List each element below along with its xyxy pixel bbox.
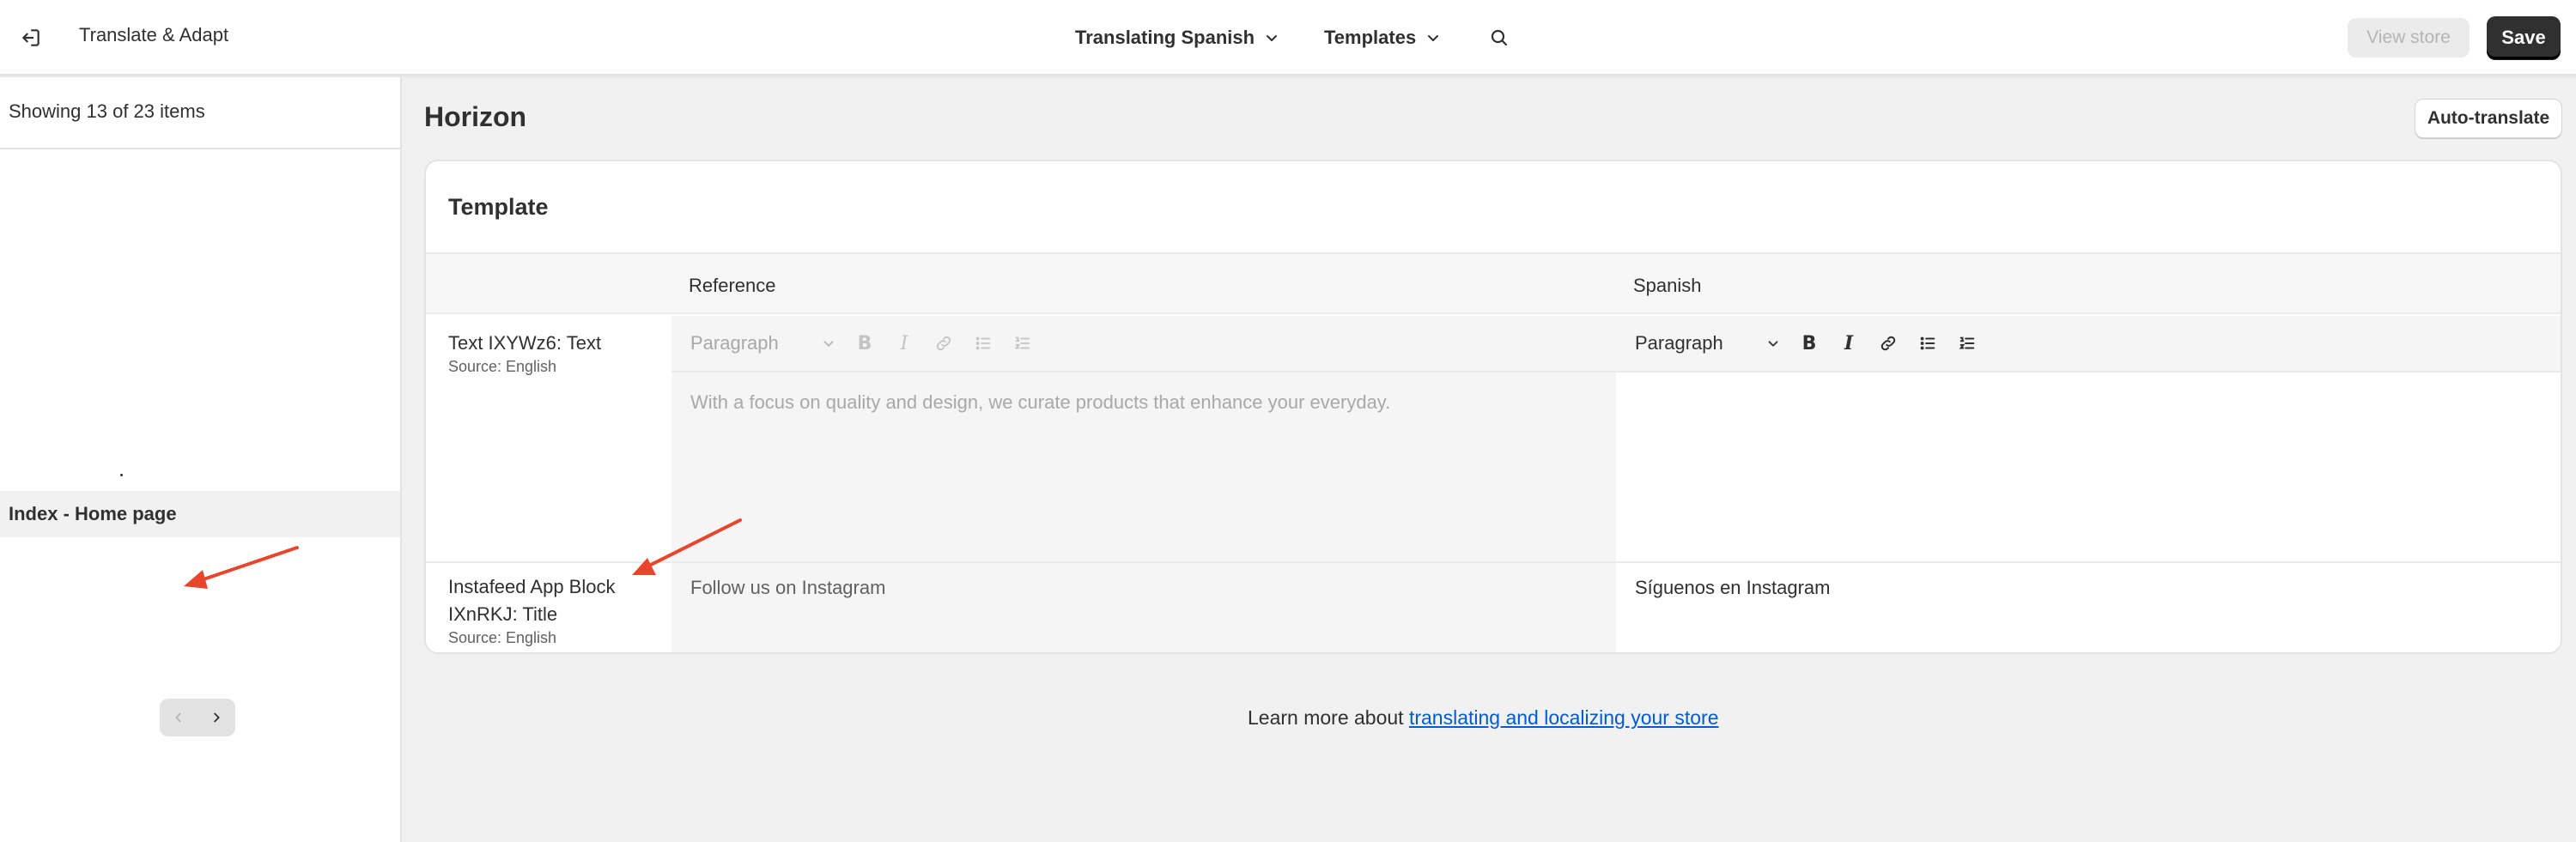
learn-more-prefix: Learn more about — [1248, 706, 1409, 729]
save-button[interactable]: Save — [2487, 16, 2561, 59]
link-button[interactable] — [1868, 326, 1908, 360]
template-card: Template Reference Spanish Text IXYWz6: … — [424, 160, 2562, 654]
stray-dot — [120, 474, 123, 476]
learn-more-link[interactable]: translating and localizing your store — [1409, 706, 1719, 729]
exit-button[interactable] — [15, 22, 46, 53]
language-dropdown-label: Translating Spanish — [1075, 27, 1255, 48]
field-name: Text IXYWz6: Text — [448, 332, 602, 354]
link-button-disabled — [924, 326, 963, 360]
chevron-down-icon — [823, 341, 834, 347]
bullet-list-icon — [1920, 336, 1935, 350]
numbered-list-icon — [1014, 336, 1030, 349]
reference-format-label: Paragraph — [690, 332, 779, 354]
auto-translate-button[interactable]: Auto-translate — [2415, 99, 2562, 138]
items-count: Showing 13 of 23 items — [0, 77, 400, 149]
italic-icon: I — [900, 332, 908, 354]
reference-toolbar: Paragraph B I — [671, 316, 1616, 373]
bold-button[interactable]: B — [1789, 326, 1829, 360]
bullet-list-button-disabled — [963, 326, 1003, 360]
spanish-field[interactable]: Síguenos en Instagram — [1616, 563, 2561, 652]
learn-more-text: Learn more about translating and localiz… — [1248, 706, 1719, 730]
bold-button-disabled: B — [845, 326, 884, 360]
reference-text: With a focus on quality and design, we c… — [690, 391, 1391, 413]
spanish-format-select[interactable]: Paragraph — [1635, 332, 1781, 354]
spanish-toolbar: Paragraph B I — [1616, 316, 2561, 373]
chevron-left-icon — [175, 712, 181, 723]
chevron-right-icon — [214, 712, 220, 723]
link-icon — [936, 336, 951, 351]
field-label: Text IXYWz6: Text Source: English — [448, 330, 601, 376]
spanish-format-label: Paragraph — [1635, 332, 1723, 354]
field-name: Instafeed App Block IXnRKJ: Title — [448, 576, 616, 625]
column-header-row: Reference Spanish — [426, 252, 2561, 314]
theme-title: Horizon — [424, 101, 527, 132]
bullet-list-icon — [975, 336, 991, 350]
spanish-text: Síguenos en Instagram — [1635, 577, 1831, 598]
resource-type-dropdown[interactable]: Templates — [1324, 22, 1442, 53]
language-dropdown[interactable]: Translating Spanish — [1075, 22, 1280, 53]
field-source: Source: English — [448, 629, 557, 646]
numbered-list-button[interactable] — [1947, 326, 1987, 360]
next-page-button[interactable] — [197, 699, 235, 736]
italic-button[interactable]: I — [1829, 326, 1868, 360]
chevron-down-icon — [1267, 35, 1278, 41]
reference-text: Follow us on Instagram — [690, 577, 886, 598]
field-label: Instafeed App Block IXnRKJ: Title Source… — [448, 573, 663, 647]
numbered-list-button-disabled — [1003, 326, 1042, 360]
italic-button-disabled: I — [884, 326, 924, 360]
exit-icon — [22, 29, 39, 46]
sidebar-item-index-home-page[interactable]: Index - Home page — [0, 491, 400, 537]
bold-icon: B — [857, 332, 872, 354]
reference-cell: Follow us on Instagram — [671, 563, 1616, 652]
previous-page-button[interactable] — [160, 699, 197, 736]
reference-editor: Paragraph B I With a focus on quality an… — [671, 316, 1616, 561]
resource-type-dropdown-label: Templates — [1324, 27, 1417, 48]
view-store-button[interactable]: View store — [2348, 18, 2470, 58]
reference-format-select: Paragraph — [690, 332, 836, 354]
top-bar: Translate & Adapt Translating Spanish Te… — [0, 0, 2576, 76]
bold-icon: B — [1801, 332, 1817, 354]
column-header-reference: Reference — [689, 275, 776, 296]
search-icon — [1491, 29, 1508, 46]
bullet-list-button[interactable] — [1908, 326, 1947, 360]
numbered-list-icon — [1959, 336, 1975, 349]
search-button[interactable] — [1484, 22, 1515, 53]
column-header-spanish: Spanish — [1633, 275, 1702, 296]
link-icon — [1880, 336, 1896, 351]
section-title: Template — [448, 194, 549, 220]
pagination — [160, 699, 235, 736]
field-source: Source: English — [448, 358, 557, 375]
italic-icon: I — [1844, 332, 1854, 354]
chevron-down-icon — [1428, 35, 1439, 41]
spanish-editor[interactable]: Paragraph B I — [1616, 316, 2561, 561]
app-title: Translate & Adapt — [79, 24, 229, 45]
chevron-down-icon — [1768, 341, 1778, 347]
